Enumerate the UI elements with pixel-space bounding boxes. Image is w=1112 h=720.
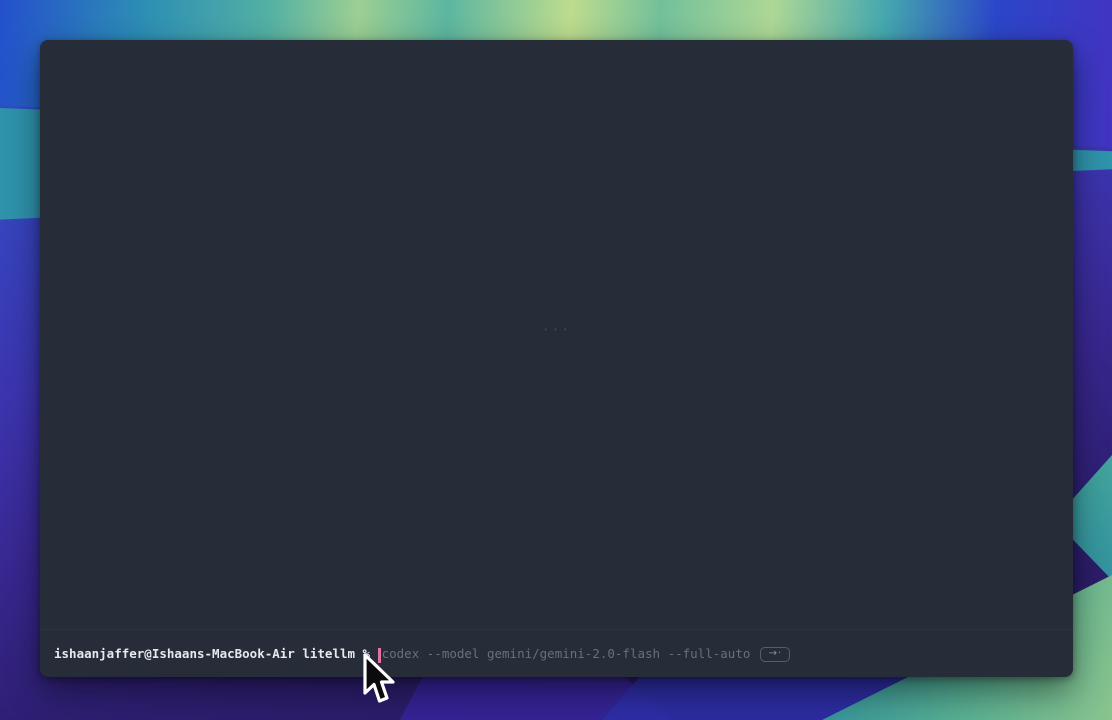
shell-prompt-text: ishaanjaffer@Ishaans-MacBook-Air litellm…	[54, 646, 378, 662]
terminal-seam-line	[40, 629, 1073, 630]
terminal-prompt-line[interactable]: ishaanjaffer@Ishaans-MacBook-Air litellm…	[54, 646, 790, 662]
terminal-loading-ellipsis: ···	[542, 323, 571, 338]
tab-hint-badge: →·	[760, 647, 790, 662]
terminal-window[interactable]: ··· ishaanjaffer@Ishaans-MacBook-Air lit…	[40, 40, 1073, 677]
autosuggestion-text: codex --model gemini/gemini-2.0-flash --…	[382, 646, 751, 662]
desktop: ··· ishaanjaffer@Ishaans-MacBook-Air lit…	[0, 0, 1112, 720]
text-caret	[378, 648, 381, 663]
